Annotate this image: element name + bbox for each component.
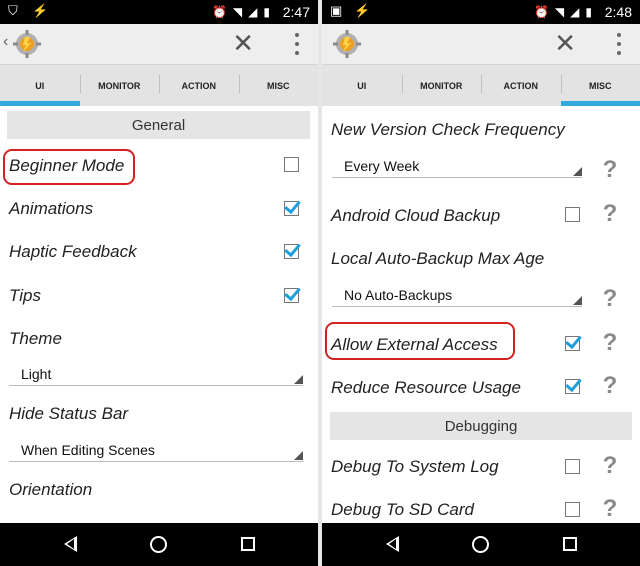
auto-backup-label: Local Auto-Backup Max Age — [331, 249, 545, 268]
nav-recents-icon[interactable] — [563, 537, 577, 551]
help-icon[interactable]: ? — [600, 453, 620, 479]
tab-bar: UI MONITOR ACTION MISC — [322, 64, 640, 106]
help-icon[interactable]: ? — [600, 201, 620, 227]
close-icon[interactable]: ✕ — [554, 29, 576, 57]
preferences-list: General Beginner Mode Animations Haptic … — [0, 106, 318, 523]
cloud-backup-label: Android Cloud Backup — [331, 206, 501, 225]
help-icon[interactable]: ? — [600, 157, 620, 183]
help-icon[interactable]: ? — [600, 330, 620, 356]
action-bar: ✕ — [322, 24, 640, 64]
external-access-checkbox[interactable] — [565, 336, 580, 351]
navigation-bar — [0, 523, 318, 566]
animations-checkbox[interactable] — [284, 201, 299, 216]
tips-checkbox[interactable] — [284, 288, 299, 303]
status-bar: ▣ ⚡ ⏰ ◥ ◢ ▮ 2:48 — [322, 0, 640, 24]
debug-sd-card-checkbox[interactable] — [565, 502, 580, 517]
animations-label: Animations — [9, 199, 94, 218]
back-caret-icon[interactable]: ‹ — [3, 33, 8, 51]
tab-bar: UI MONITOR ACTION MISC — [0, 64, 318, 106]
signal-icon: ◢ — [570, 5, 580, 19]
orientation-label: Orientation — [9, 480, 93, 499]
tab-action[interactable]: ACTION — [481, 65, 561, 106]
signal-icon: ◢ — [248, 5, 258, 19]
battery-icon: ▮ — [585, 5, 592, 19]
cloud-backup-checkbox[interactable] — [565, 207, 580, 222]
action-bar: ‹ ✕ — [0, 24, 318, 64]
wifi-icon: ◥ — [554, 5, 565, 19]
status-time: 2:47 — [282, 4, 310, 20]
beginner-mode-checkbox[interactable] — [284, 157, 299, 172]
haptic-feedback-label: Haptic Feedback — [9, 242, 137, 261]
theme-label: Theme — [9, 329, 62, 348]
auto-backup-value: No Auto-Backups — [344, 287, 453, 303]
overflow-menu-icon[interactable] — [294, 33, 300, 55]
app-logo-icon[interactable] — [12, 29, 42, 59]
status-icons: ⏰ ◥ ◢ ▮ — [534, 5, 592, 19]
dropdown-arrow-icon — [573, 296, 582, 305]
new-version-spinner[interactable]: Every Week — [332, 154, 582, 178]
new-version-value: Every Week — [344, 158, 420, 174]
close-icon[interactable]: ✕ — [232, 29, 254, 57]
tab-misc[interactable]: MISC — [238, 65, 319, 106]
theme-value: Light — [21, 366, 52, 382]
nav-home-icon[interactable] — [472, 536, 489, 553]
flash-icon: ⚡ — [354, 3, 371, 18]
nav-back-icon[interactable] — [386, 536, 399, 552]
help-icon[interactable]: ? — [600, 496, 620, 522]
hide-status-bar-label: Hide Status Bar — [9, 404, 129, 423]
alarm-icon: ⏰ — [533, 5, 549, 19]
tab-action[interactable]: ACTION — [159, 65, 239, 106]
help-icon[interactable]: ? — [600, 286, 620, 312]
dropdown-arrow-icon — [573, 167, 582, 176]
status-icons: ⏰ ◥ ◢ ▮ — [212, 5, 270, 19]
debug-sd-card-label: Debug To SD Card — [331, 500, 475, 519]
beginner-mode-label: Beginner Mode — [9, 156, 125, 175]
external-access-label: Allow External Access — [331, 335, 498, 354]
navigation-bar — [322, 523, 640, 566]
help-icon[interactable]: ? — [600, 373, 620, 399]
nav-recents-icon[interactable] — [241, 537, 255, 551]
debug-system-log-checkbox[interactable] — [565, 459, 580, 474]
debug-system-log-label: Debug To System Log — [331, 457, 499, 476]
tab-ui[interactable]: UI — [0, 65, 80, 106]
status-bar: ⛉ ⚡ ⏰ ◥ ◢ ▮ 2:47 — [0, 0, 318, 24]
shield-icon: ⛉ — [8, 3, 18, 18]
section-header-debugging: Debugging — [330, 412, 632, 440]
app-logo-icon[interactable] — [332, 29, 362, 59]
tips-label: Tips — [9, 286, 41, 305]
right-screenshot: ▣ ⚡ ⏰ ◥ ◢ ▮ 2:48 ✕ UI MONITOR ACTION MIS… — [322, 0, 640, 566]
tab-monitor[interactable]: MONITOR — [401, 65, 482, 106]
haptic-feedback-checkbox[interactable] — [284, 244, 299, 259]
flash-icon: ⚡ — [32, 3, 49, 18]
nav-home-icon[interactable] — [150, 536, 167, 553]
wifi-icon: ◥ — [232, 5, 243, 19]
battery-icon: ▮ — [263, 5, 270, 19]
theme-spinner[interactable]: Light — [9, 362, 303, 386]
preferences-list: New Version Check Frequency Every Week ?… — [322, 106, 640, 523]
reduce-resource-label: Reduce Resource Usage — [331, 378, 521, 397]
tab-monitor[interactable]: MONITOR — [79, 65, 160, 106]
tab-ui[interactable]: UI — [322, 65, 402, 106]
image-icon: ▣ — [330, 3, 343, 18]
left-screenshot: ⛉ ⚡ ⏰ ◥ ◢ ▮ 2:47 ‹ ✕ UI MONITOR ACTION M… — [0, 0, 318, 566]
alarm-icon: ⏰ — [211, 5, 227, 19]
status-time: 2:48 — [604, 4, 632, 20]
auto-backup-spinner[interactable]: No Auto-Backups — [332, 283, 582, 307]
tab-misc[interactable]: MISC — [560, 65, 640, 106]
dropdown-arrow-icon — [294, 451, 303, 460]
dropdown-arrow-icon — [294, 375, 303, 384]
hide-status-bar-spinner[interactable]: When Editing Scenes — [9, 438, 303, 462]
new-version-label: New Version Check Frequency — [331, 120, 565, 139]
nav-back-icon[interactable] — [64, 536, 77, 552]
hide-status-bar-value: When Editing Scenes — [21, 442, 155, 458]
section-header-general: General — [7, 111, 310, 139]
reduce-resource-checkbox[interactable] — [565, 379, 580, 394]
overflow-menu-icon[interactable] — [616, 33, 622, 55]
